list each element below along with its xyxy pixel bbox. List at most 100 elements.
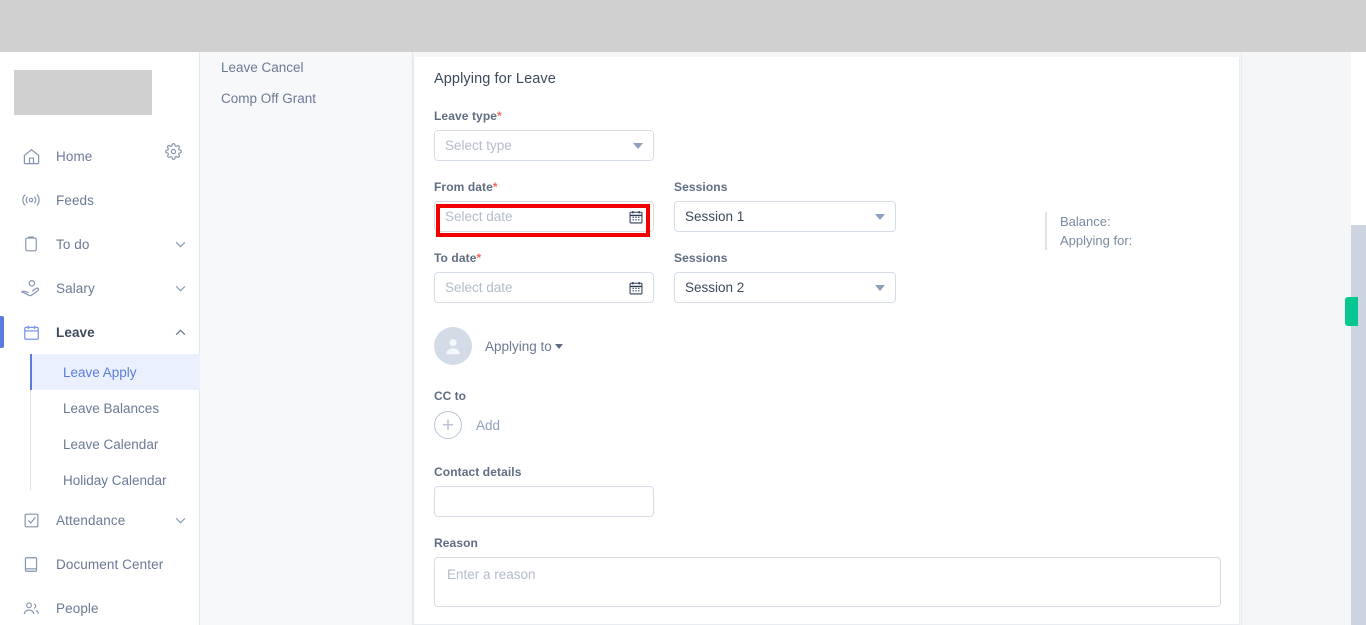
page-title: Applying for Leave [434,71,556,87]
to-date-field-group: To date* Select date [434,251,654,303]
from-date-label: From date* [434,180,654,194]
sub-item-label: Leave Apply [63,364,137,380]
clipboard-icon [20,233,42,255]
contact-details-input[interactable] [434,486,654,517]
active-indicator [0,316,4,348]
to-date-label-text: To date [434,251,477,265]
sidebar-item-to-do[interactable]: To do [0,222,200,266]
sidebar-item-leave-balances[interactable]: Leave Balances [30,390,200,426]
balance-panel: Balance: Applying for: [1045,212,1132,250]
reason-textarea[interactable]: Enter a reason [434,557,1221,607]
contact-details-group: Contact details [434,465,1219,517]
leave-submenu: Leave Apply Leave Balances Leave Calenda… [0,354,200,498]
to-date-placeholder: Select date [445,280,513,295]
to-sessions-field-group: Sessions Session 2 [674,251,896,303]
to-date-input[interactable]: Select date [434,272,654,303]
reason-group: Reason Enter a reason [434,536,1221,607]
cc-to-add-label[interactable]: Add [476,418,500,433]
people-icon [20,597,42,619]
browser-top-bar [0,0,1366,52]
sidebar-item-label: Leave [56,324,95,340]
salary-hand-icon [20,277,42,299]
sidebar-item-holiday-calendar[interactable]: Holiday Calendar [30,462,200,498]
sidebar-item-label: Attendance [56,512,126,528]
chevron-up-icon [175,323,186,341]
cc-to-add-row[interactable]: + Add [434,411,1219,439]
from-date-field-group: From date* Select date [434,180,654,232]
sub-item-label: Leave Balances [63,400,160,416]
caret-down-icon [875,284,885,291]
secondary-item-label: Leave Cancel [221,60,304,75]
cc-to-label: CC to [434,389,466,403]
required-asterisk: * [492,180,498,194]
user-avatar-icon [434,327,472,365]
sidebar-item-leave-calendar[interactable]: Leave Calendar [30,426,200,462]
leave-type-field-group: Leave type* Select type [434,109,1219,161]
chevron-down-icon [175,279,186,297]
leave-type-label-text: Leave type [434,109,498,123]
from-sessions-value: Session 1 [685,209,745,224]
brand-row [0,52,200,120]
secondary-nav-list: Leave Cancel Comp Off Grant [200,52,412,114]
from-sessions-field-group: Sessions Session 1 [674,180,896,232]
sidebar-item-feeds[interactable]: Feeds [0,178,200,222]
sidebar-item-leave-apply[interactable]: Leave Apply [30,354,200,390]
from-date-placeholder: Select date [445,209,513,224]
from-date-input[interactable]: Select date [434,201,654,232]
secondary-item-comp-off-grant[interactable]: Comp Off Grant [200,83,412,114]
from-sessions-label: Sessions [674,180,728,194]
to-date-label: To date* [434,251,654,265]
caret-down-icon [633,142,643,149]
plus-circle-icon[interactable]: + [434,411,462,439]
page-scrollbar-track[interactable] [1351,52,1366,625]
leave-apply-card: Applying for Leave Leave type* Select ty… [413,57,1240,625]
sidebar-item-salary[interactable]: Salary [0,266,200,310]
calendar-icon[interactable] [629,210,643,224]
to-sessions-select[interactable]: Session 2 [674,272,896,303]
calendar-icon[interactable] [629,281,643,295]
reason-placeholder: Enter a reason [447,567,536,582]
secondary-item-leave-cancel[interactable]: Leave Cancel [200,52,412,83]
right-rail [1241,52,1366,625]
sidebar-item-label: To do [56,236,90,252]
primary-sidebar: Home Feeds To do Salary Leave Leave Appl… [0,52,200,625]
secondary-item-label: Comp Off Grant [221,91,317,106]
applying-for-label: Applying for: [1060,233,1133,248]
reason-label: Reason [434,536,478,550]
company-logo [14,70,152,115]
sidebar-item-leave[interactable]: Leave [0,310,200,354]
feeds-broadcast-icon [20,189,42,211]
applying-to-label: Applying to [485,338,552,354]
sub-item-label: Leave Calendar [63,436,159,452]
main-content-area: Applying for Leave Leave type* Select ty… [413,52,1366,625]
caret-down-icon [875,213,885,220]
calendar-icon [20,321,42,343]
sidebar-item-document-center[interactable]: Document Center [0,542,200,586]
balance-label: Balance: [1060,214,1111,229]
check-square-icon [20,509,42,531]
cc-to-group: CC to + Add [434,389,1219,439]
sidebar-item-label: Home [56,148,93,164]
to-sessions-value: Session 2 [685,280,745,295]
sidebar-item-people[interactable]: People [0,586,200,625]
to-date-row: To date* Select date Sessions Session 2 [434,251,1219,303]
chevron-down-icon [175,235,186,253]
sub-item-label: Holiday Calendar [63,472,167,488]
leave-type-select[interactable]: Select type [434,130,654,161]
chevron-down-icon [175,511,186,529]
to-sessions-label: Sessions [674,251,728,265]
sidebar-item-home[interactable]: Home [0,134,200,178]
leave-type-placeholder: Select type [445,138,512,153]
from-sessions-select[interactable]: Session 1 [674,201,896,232]
applying-to-row[interactable]: Applying to [434,327,1219,365]
sidebar-item-label: People [56,600,99,616]
app-root: Home Feeds To do Salary Leave Leave Appl… [0,0,1366,625]
page-scrollbar-thumb[interactable] [1351,52,1366,225]
from-date-label-text: From date [434,180,493,194]
green-side-tab[interactable] [1345,297,1358,326]
caret-down-icon [554,343,563,349]
sidebar-item-attendance[interactable]: Attendance [0,498,200,542]
applying-to-dropdown[interactable]: Applying to [485,339,563,354]
secondary-nav-panel: Leave Cancel Comp Off Grant [200,52,413,625]
sidebar-item-label: Salary [56,280,95,296]
